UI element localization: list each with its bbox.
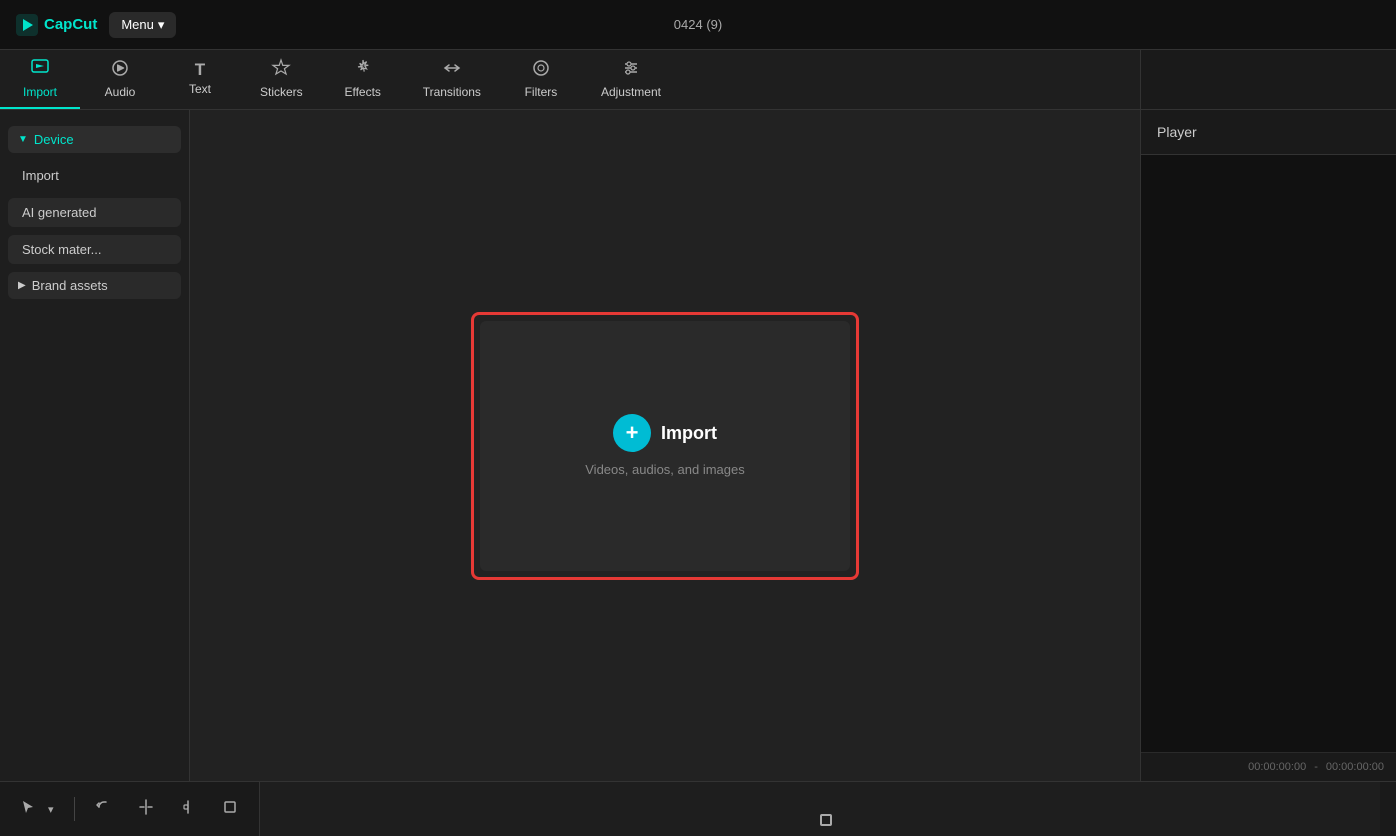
logo: CapCut [16,14,97,36]
tab-effects[interactable]: Effects [323,50,403,109]
timeline-track-area[interactable] [259,782,1380,836]
tab-import-label: Import [23,85,57,99]
filters-icon [531,58,551,81]
stickers-icon [271,58,291,81]
cursor-tool[interactable] [16,795,40,824]
import-icon [30,58,50,81]
import-zone-wrapper[interactable]: + Import Videos, audios, and images [471,312,859,580]
main-layout: ▼ Device Import AI generated Stock mater… [0,110,1396,781]
playhead-marker [820,814,832,826]
player-timecode: 00:00:00:00 - 00:00:00:00 [1141,752,1396,781]
tab-adjustment[interactable]: Adjustment [581,50,681,109]
tab-adjustment-label: Adjustment [601,85,661,99]
tab-filters-label: Filters [525,85,558,99]
tab-text[interactable]: T Text [160,50,240,109]
logo-icon [16,14,38,36]
import-plus-button[interactable]: + [613,414,651,452]
timecode-separator: - [1314,761,1318,773]
import-subtitle: Videos, audios, and images [585,462,744,477]
cursor-tool-arrow[interactable]: ▾ [44,799,58,820]
sidebar: ▼ Device Import AI generated Stock mater… [0,110,190,781]
text-icon: T [195,61,205,78]
sidebar-brand-assets-section[interactable]: ▶ Brand assets [8,272,181,299]
menu-button[interactable]: Menu ▾ [109,12,176,38]
tab-stickers[interactable]: Stickers [240,50,323,109]
split-tool[interactable] [133,794,159,825]
sidebar-stock-material-btn[interactable]: Stock mater... [8,235,181,264]
menu-arrow: ▾ [158,17,165,33]
adjustment-icon [621,58,641,81]
player-panel: Player 00:00:00:00 - 00:00:00:00 [1140,110,1396,781]
timecode-start: 00:00:00:00 [1248,761,1306,773]
sidebar-ai-generated-label: AI generated [22,205,96,220]
tab-filters[interactable]: Filters [501,50,581,109]
tab-audio-label: Audio [105,85,136,99]
tab-transitions[interactable]: Transitions [403,50,501,109]
import-label-row: + Import [613,414,717,452]
sidebar-ai-generated-btn[interactable]: AI generated [8,198,181,227]
undo-tool[interactable] [91,794,117,825]
timeline-separator-1 [74,797,75,821]
toolbar: Import Audio T Text Stickers [0,50,1140,110]
tab-transitions-label: Transitions [423,85,481,99]
brand-assets-chevron-icon: ▶ [18,280,26,291]
tab-import[interactable]: Import [0,50,80,109]
topbar: CapCut Menu ▾ 0424 (9) [0,0,1396,50]
trim-tool[interactable] [175,794,201,825]
timeline-bar: ▾ [0,781,1396,836]
sidebar-brand-assets-label: Brand assets [32,278,108,293]
effects-icon [353,58,373,81]
topbar-left: CapCut Menu ▾ [16,12,176,38]
transitions-icon [442,58,462,81]
tab-audio[interactable]: Audio [80,50,160,109]
tab-stickers-label: Stickers [260,85,303,99]
timecode-end: 00:00:00:00 [1326,761,1384,773]
sidebar-stock-material-label: Stock mater... [22,242,101,257]
logo-text: CapCut [44,16,97,33]
content-area: + Import Videos, audios, and images [190,110,1140,781]
menu-label: Menu [121,17,154,32]
crop-tool[interactable] [217,794,243,825]
sidebar-device-label: Device [34,132,74,147]
player-title: Player [1141,110,1396,155]
import-title: Import [661,423,717,444]
sidebar-device-section[interactable]: ▼ Device [8,126,181,153]
device-chevron-icon: ▼ [18,134,28,145]
project-id: 0424 (9) [674,17,722,32]
sidebar-import-item[interactable]: Import [8,161,181,190]
tab-text-label: Text [189,82,211,96]
import-drop-zone[interactable]: + Import Videos, audios, and images [480,321,850,571]
player-body [1141,155,1396,752]
audio-icon [110,58,130,81]
tab-effects-label: Effects [344,85,380,99]
plus-icon: + [626,420,639,446]
sidebar-import-label: Import [22,168,59,183]
